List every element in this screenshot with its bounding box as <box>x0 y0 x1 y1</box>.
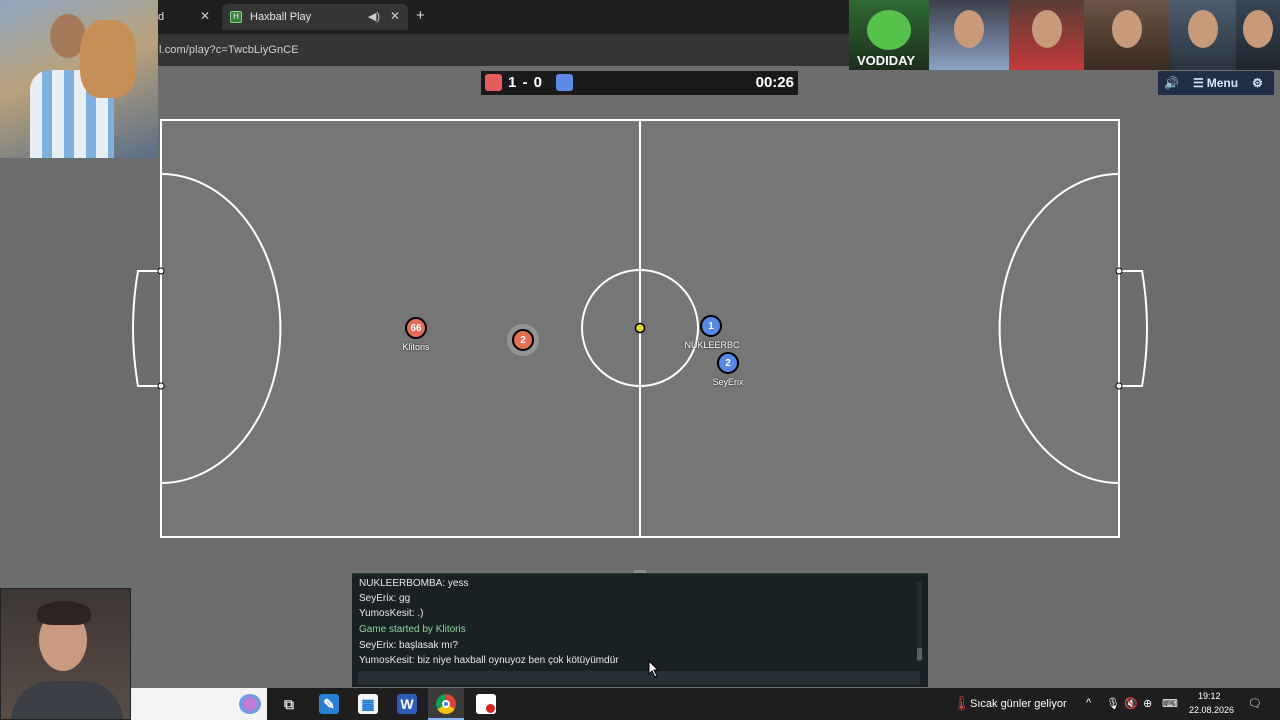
chat-message: SeyErix: başlasak mı? <box>359 640 458 651</box>
player-name: SeyErix <box>712 377 744 387</box>
thermometer-icon[interactable]: 🌡 <box>953 695 971 712</box>
player-number: 1 <box>708 320 714 332</box>
taskbar-search[interactable] <box>131 688 267 720</box>
player-number: 2 <box>725 357 731 369</box>
player-number: 66 <box>410 322 422 334</box>
snip-icon[interactable]: ✎ <box>319 694 339 714</box>
player-number: 2 <box>520 334 526 346</box>
ball <box>634 322 646 334</box>
chat-message: YumosKesit: .) <box>359 608 424 619</box>
player-name: Klitoris <box>402 342 430 352</box>
chat-message: SeyErix: gg <box>359 593 411 604</box>
left-goal <box>132 270 161 387</box>
player-red-66: 66 <box>405 317 427 339</box>
webcam-overlay-bottom-left <box>0 588 131 720</box>
player-red-2-controlled: 2 <box>512 329 534 351</box>
player-blue-1: 1 <box>700 315 722 337</box>
chevron-up-icon[interactable]: ^ <box>1086 697 1091 709</box>
chat-scroll-thumb[interactable] <box>917 648 922 660</box>
network-icon[interactable]: ⊕ <box>1143 697 1152 710</box>
pdf-icon[interactable] <box>476 694 496 714</box>
search-highlight-icon <box>239 694 261 714</box>
goal-post <box>1115 267 1123 275</box>
clock-date[interactable]: 22.08.2026 <box>1189 705 1234 715</box>
chat-message: YumosKesit: biz niye haxball oynuyoz ben… <box>359 655 619 666</box>
windows-taskbar: ⧉ ✎ ▦ W 🌡 Sıcak günler geliyor ^ 🎙 🔇 ⊕ ⌨… <box>131 688 1280 720</box>
right-goal <box>1119 270 1148 387</box>
chat-message: NUKLEERBOMBA: yess <box>359 578 469 589</box>
microphone-icon[interactable]: 🎙 <box>1106 697 1120 710</box>
chat-resize-handle[interactable] <box>634 570 646 573</box>
mouse-cursor-icon <box>648 660 660 678</box>
player-blue-2: 2 <box>717 352 739 374</box>
store-icon[interactable]: ▦ <box>358 694 378 714</box>
speaker-muted-icon[interactable]: 🔇 <box>1124 697 1138 710</box>
task-view-icon[interactable]: ⧉ <box>279 694 299 714</box>
goal-post <box>157 267 165 275</box>
chat-panel: NUKLEERBOMBA: yess SeyErix: gg YumosKesi… <box>352 570 928 687</box>
webcam-figure <box>11 681 123 719</box>
notification-icon[interactable]: 🗨 <box>1248 697 1262 710</box>
chrome-icon[interactable] <box>436 694 456 714</box>
webcam-hair <box>37 601 91 625</box>
weather-text[interactable]: Sıcak günler geliyor <box>970 698 1067 710</box>
chat-system-message: Game started by Klitoris <box>359 624 466 635</box>
keyboard-icon[interactable]: ⌨ <box>1162 697 1178 710</box>
goal-post <box>1115 382 1123 390</box>
chat-input[interactable] <box>358 671 920 685</box>
player-name: NUKLEERBC <box>684 340 740 350</box>
word-icon[interactable]: W <box>397 694 417 714</box>
goal-post <box>157 382 165 390</box>
clock-time[interactable]: 19:12 <box>1198 691 1221 701</box>
